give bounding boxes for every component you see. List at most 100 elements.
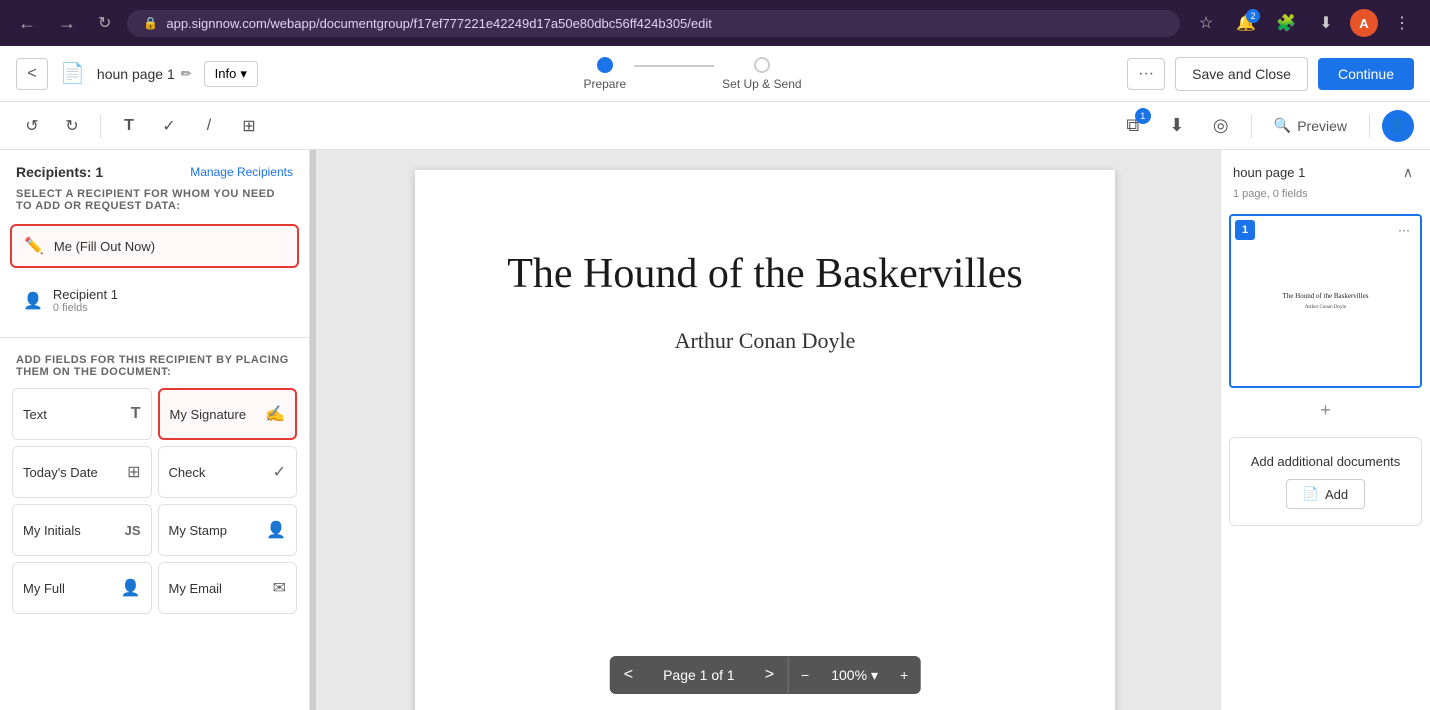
doc-title-text: houn page 1 xyxy=(97,66,175,82)
document-container[interactable]: The Hound of the Baskervilles Arthur Con… xyxy=(310,150,1220,710)
field-my-stamp[interactable]: My Stamp 👤 xyxy=(158,504,298,556)
text-tool-button[interactable]: T xyxy=(113,110,145,142)
bookmark-button[interactable]: ☆ xyxy=(1190,7,1222,39)
zoom-level-text: 100% xyxy=(831,667,867,683)
thumbnail-menu-button[interactable]: ··· xyxy=(1392,220,1416,240)
zoom-arrow-icon: ▾ xyxy=(871,667,878,684)
add-doc-label: Add xyxy=(1325,487,1348,502)
step-prepare-label: Prepare xyxy=(583,77,626,91)
add-documents-area: Add additional documents 📄 Add xyxy=(1229,437,1422,526)
profile-avatar[interactable]: A xyxy=(1350,9,1378,37)
recipient-1[interactable]: 👤 Recipient 1 0 fields xyxy=(10,276,299,325)
progress-steps: Prepare Set Up & Send xyxy=(270,57,1115,91)
document-title: houn page 1 ✏ xyxy=(97,66,192,82)
next-page-button[interactable]: > xyxy=(751,656,788,694)
recipient-1-fields: 0 fields xyxy=(53,302,286,314)
extensions-button[interactable]: 🧩 xyxy=(1270,7,1302,39)
right-panel-meta: 1 page, 0 fields xyxy=(1221,188,1430,210)
document-author: Arthur Conan Doyle xyxy=(675,328,856,354)
field-text-label: Text xyxy=(23,407,47,422)
field-email-label: My Email xyxy=(169,581,222,596)
toolbar-divider-3 xyxy=(1369,114,1370,138)
recipient-me-info: Me (Fill Out Now) xyxy=(54,239,285,254)
back-icon: < xyxy=(27,65,36,83)
field-date-icon: ⊞ xyxy=(127,462,140,482)
download-tool-button[interactable]: ⬇ xyxy=(1159,108,1195,144)
zoom-out-button[interactable]: − xyxy=(789,657,821,693)
thumbnail-author: Arthur Conan Doyle xyxy=(1305,305,1346,310)
zoom-level-selector[interactable]: 100% ▾ xyxy=(821,659,888,692)
field-my-signature[interactable]: My Signature ✍ xyxy=(158,388,298,440)
field-my-full[interactable]: My Full 👤 xyxy=(12,562,152,614)
editing-toolbar: ↺ ↻ T ✓ / ⊞ ⧉ 1 ⬇ ◎ 🔍 Preview 👤 xyxy=(0,102,1430,150)
toolbar-divider-1 xyxy=(100,114,101,138)
browser-back-button[interactable]: ← xyxy=(12,9,42,38)
left-scrollbar[interactable] xyxy=(310,150,316,710)
add-document-button[interactable]: 📄 Add xyxy=(1286,479,1365,509)
info-arrow-icon: ▾ xyxy=(240,66,247,82)
save-close-button[interactable]: Save and Close xyxy=(1175,57,1308,91)
recipient-1-info: Recipient 1 0 fields xyxy=(53,287,286,314)
field-email-icon: ✉ xyxy=(273,578,286,598)
collapse-right-panel-button[interactable]: ∧ xyxy=(1398,162,1418,182)
person-icon: 👤 xyxy=(23,291,43,311)
field-my-email[interactable]: My Email ✉ xyxy=(158,562,298,614)
toolbar-divider-2 xyxy=(1251,114,1252,138)
field-full-icon: 👤 xyxy=(121,578,141,598)
notification-badge: 2 xyxy=(1246,9,1260,23)
zoom-in-button[interactable]: + xyxy=(888,657,920,693)
right-panel-title: houn page 1 xyxy=(1233,165,1305,180)
manage-recipients-link[interactable]: Manage Recipients xyxy=(190,165,293,179)
check-tool-button[interactable]: ✓ xyxy=(153,110,185,142)
download-button[interactable]: ⬇ xyxy=(1310,7,1342,39)
prev-page-button[interactable]: < xyxy=(610,656,647,694)
browser-forward-button[interactable]: → xyxy=(52,9,82,38)
recipient-me[interactable]: ✏️ Me (Fill Out Now) xyxy=(10,224,299,268)
thumbnail-page-number: 1 xyxy=(1235,220,1255,240)
field-todays-date[interactable]: Today's Date ⊞ xyxy=(12,446,152,498)
back-button[interactable]: < xyxy=(16,58,48,90)
app-header: < 📄 houn page 1 ✏ Info ▾ Prepare Set Up … xyxy=(0,46,1430,102)
left-panel: Recipients: 1 Manage Recipients SELECT A… xyxy=(0,150,310,710)
select-recipient-label: SELECT A RECIPIENT FOR WHOM YOU NEED TO … xyxy=(0,188,309,220)
info-button[interactable]: Info ▾ xyxy=(204,61,258,87)
user-avatar-circle[interactable]: 👤 xyxy=(1382,110,1414,142)
step-connector xyxy=(634,65,714,67)
field-initials-icon: JS xyxy=(125,523,141,538)
browser-menu-button[interactable]: ⋮ xyxy=(1386,7,1418,39)
field-stamp-label: My Stamp xyxy=(169,523,228,538)
zoom-controls: − 100% ▾ + xyxy=(788,657,920,693)
location-button[interactable]: ◎ xyxy=(1203,108,1239,144)
preview-button[interactable]: 🔍 Preview xyxy=(1264,111,1357,140)
field-signature-label: My Signature xyxy=(170,407,247,422)
line-tool-button[interactable]: / xyxy=(193,110,225,142)
field-initials-label: My Initials xyxy=(23,523,81,538)
page-thumbnail[interactable]: 1 ··· The Hound of the Baskervilles Arth… xyxy=(1229,214,1422,388)
field-check[interactable]: Check ✓ xyxy=(158,446,298,498)
add-page-button[interactable]: + xyxy=(1221,392,1430,429)
field-text[interactable]: Text T xyxy=(12,388,152,440)
field-my-initials[interactable]: My Initials JS xyxy=(12,504,152,556)
me-icon: ✏️ xyxy=(24,236,44,256)
browser-refresh-button[interactable]: ↻ xyxy=(92,9,117,37)
undo-button[interactable]: ↺ xyxy=(16,110,48,142)
recipients-count: Recipients: 1 xyxy=(16,164,103,180)
right-panel: houn page 1 ∧ 1 page, 0 fields 1 ··· The… xyxy=(1220,150,1430,710)
continue-button[interactable]: Continue xyxy=(1318,58,1414,90)
calendar-tool-button[interactable]: ⊞ xyxy=(233,110,265,142)
document-title: The Hound of the Baskervilles xyxy=(507,250,1023,298)
field-check-icon: ✓ xyxy=(273,462,286,482)
main-layout: Recipients: 1 Manage Recipients SELECT A… xyxy=(0,150,1430,710)
notifications-button[interactable]: 🔔 2 xyxy=(1230,7,1262,39)
step-setup: Set Up & Send xyxy=(722,57,801,91)
toolbar-right-actions: ⧉ 1 ⬇ ◎ 🔍 Preview 👤 xyxy=(1115,108,1414,144)
location-icon: ◎ xyxy=(1213,115,1229,136)
add-docs-title: Add additional documents xyxy=(1251,454,1401,469)
edit-title-icon[interactable]: ✏ xyxy=(181,66,192,82)
more-options-button[interactable]: ··· xyxy=(1127,58,1165,90)
address-bar[interactable]: 🔒 app.signnow.com/webapp/documentgroup/f… xyxy=(127,10,1180,37)
fields-scroll-area: Text T My Signature ✍ Today's Date ⊞ Che… xyxy=(0,384,309,710)
redo-button[interactable]: ↻ xyxy=(56,110,88,142)
copy-button[interactable]: ⧉ 1 xyxy=(1115,108,1151,144)
step-prepare-circle xyxy=(597,57,613,73)
